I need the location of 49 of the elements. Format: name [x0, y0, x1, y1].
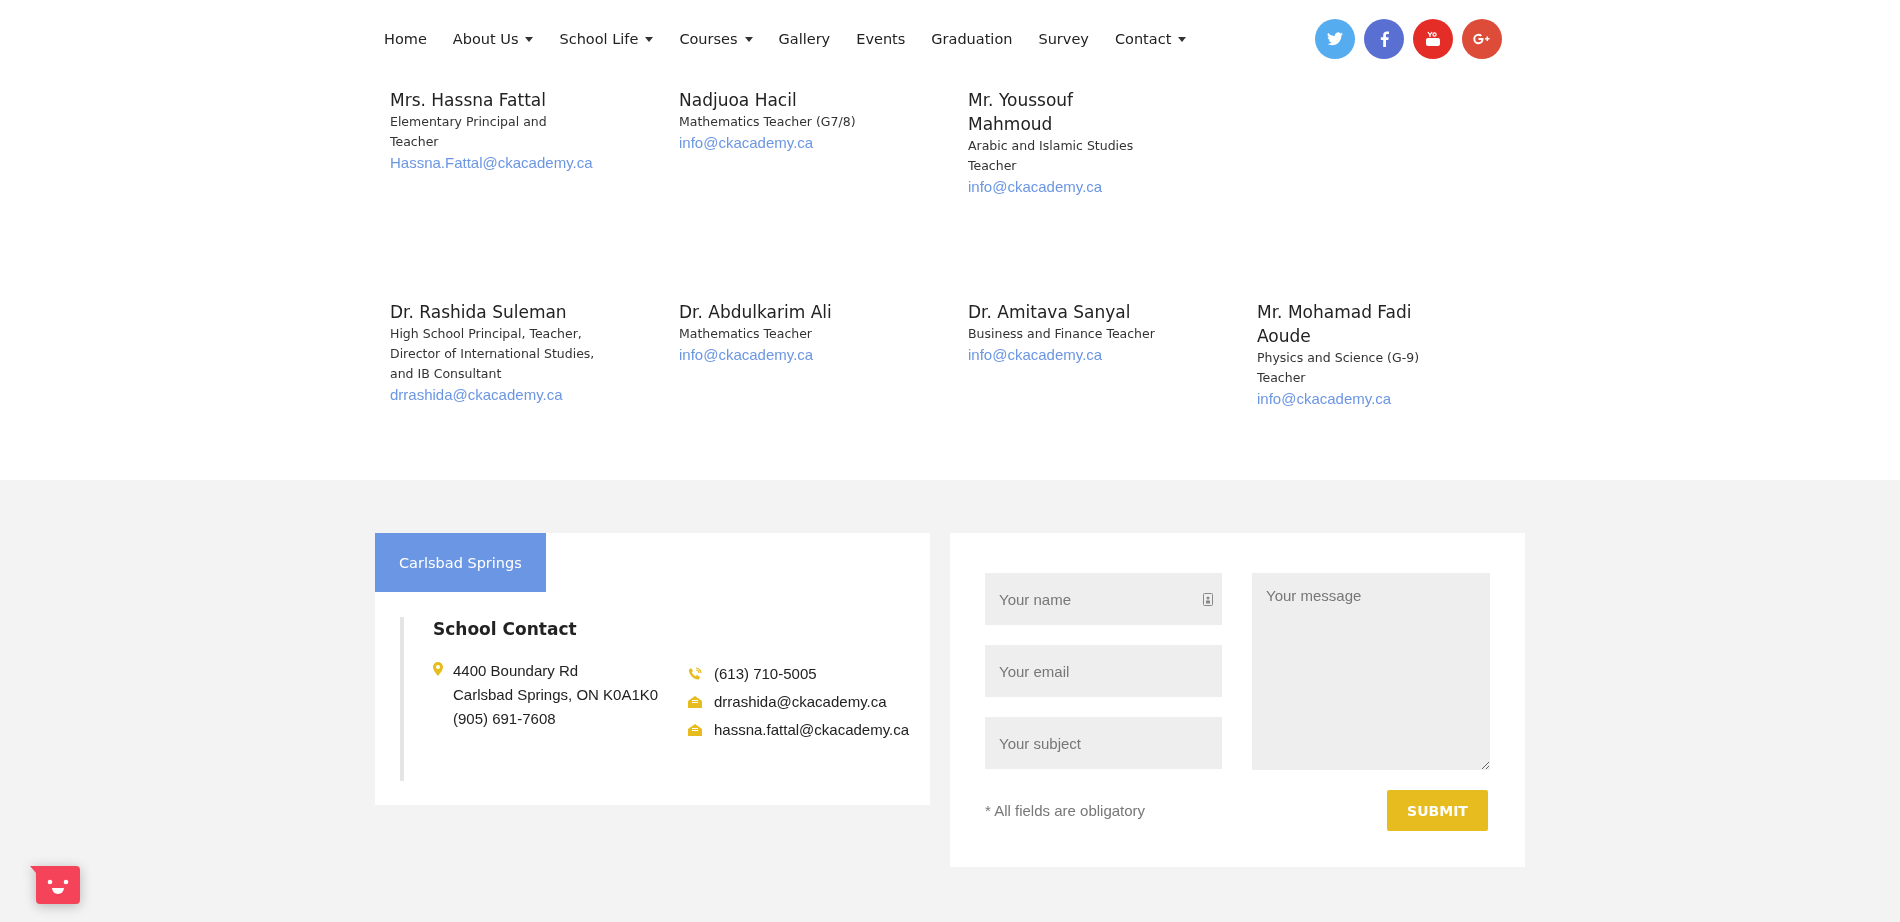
- caret-icon: [645, 36, 654, 42]
- twitter-icon[interactable]: [1315, 19, 1355, 59]
- nav-link[interactable]: School Life: [559, 31, 654, 47]
- staff-role: Mathematics Teacher: [679, 325, 813, 343]
- map-pin-icon: [433, 662, 443, 676]
- staff-name: Mr. Youssouf Mahmoud: [968, 89, 1075, 136]
- nav-link[interactable]: Graduation: [931, 31, 1013, 47]
- staff-name: Nadjuoa Hacil: [679, 89, 798, 112]
- staff-role: High School Principal, Teacher, Director of International Studies, and IB Consultant: [390, 325, 595, 383]
- email-address: drrashida@ckacademy.ca: [714, 693, 887, 710]
- facebook-icon[interactable]: [1364, 19, 1404, 59]
- phone-icon: [688, 666, 702, 681]
- youtube-icon[interactable]: [1413, 19, 1453, 59]
- address-line: Carlsbad Springs, ON K0A1K0: [453, 685, 659, 705]
- nav-link[interactable]: Contact: [1114, 31, 1187, 47]
- caret-icon: [744, 36, 753, 42]
- staff-name: Dr. Amitava Sanyal: [968, 301, 1132, 324]
- email-address: hassna.fattal@ckacademy.ca: [714, 721, 910, 738]
- nav-link[interactable]: Survey: [1038, 31, 1089, 47]
- staff-role: Arabic and Islamic Studies Teacher: [968, 137, 1135, 175]
- staff-name: Mrs. Hassna Fattal: [390, 89, 547, 112]
- chat-widget-icon[interactable]: [30, 866, 80, 906]
- phone-number: (613) 710-5005: [714, 665, 817, 682]
- address-line: (905) 691-7608: [453, 709, 557, 729]
- staff-role: Elementary Principal and Teacher: [390, 113, 548, 151]
- name-field[interactable]: Your name: [985, 573, 1222, 625]
- google-plus-icon[interactable]: [1462, 19, 1502, 59]
- staff-role: Mathematics Teacher (G7/8): [679, 113, 857, 131]
- form-note: * All fields are obligatory: [985, 802, 1146, 819]
- nav-link[interactable]: About Us: [452, 31, 534, 47]
- envelope-icon: [688, 723, 702, 736]
- staff-name: Dr. Rashida Suleman: [390, 301, 568, 324]
- nav-link[interactable]: Events: [856, 31, 906, 47]
- email-field[interactable]: Your email: [985, 645, 1222, 697]
- subject-field[interactable]: Your subject: [985, 717, 1222, 769]
- envelope-icon: [688, 695, 702, 708]
- caret-icon: [1178, 36, 1187, 42]
- nav-link[interactable]: Courses: [679, 31, 753, 47]
- nav-link[interactable]: Home: [384, 31, 427, 47]
- staff-role: Physics and Science (G-9) Teacher: [1257, 349, 1421, 387]
- caret-icon: [525, 36, 534, 42]
- contact-heading: School Contact: [433, 618, 578, 639]
- staff-name: Mr. Mohamad Fadi Aoude: [1257, 301, 1413, 348]
- staff-name: Dr. Abdulkarim Ali: [679, 301, 833, 324]
- message-field[interactable]: Your message: [1252, 573, 1490, 770]
- nav-link[interactable]: Gallery: [778, 31, 831, 47]
- contact-card-icon: [1203, 593, 1213, 606]
- address-line: 4400 Boundary Rd: [453, 661, 580, 681]
- staff-role: Business and Finance Teacher: [968, 325, 1156, 343]
